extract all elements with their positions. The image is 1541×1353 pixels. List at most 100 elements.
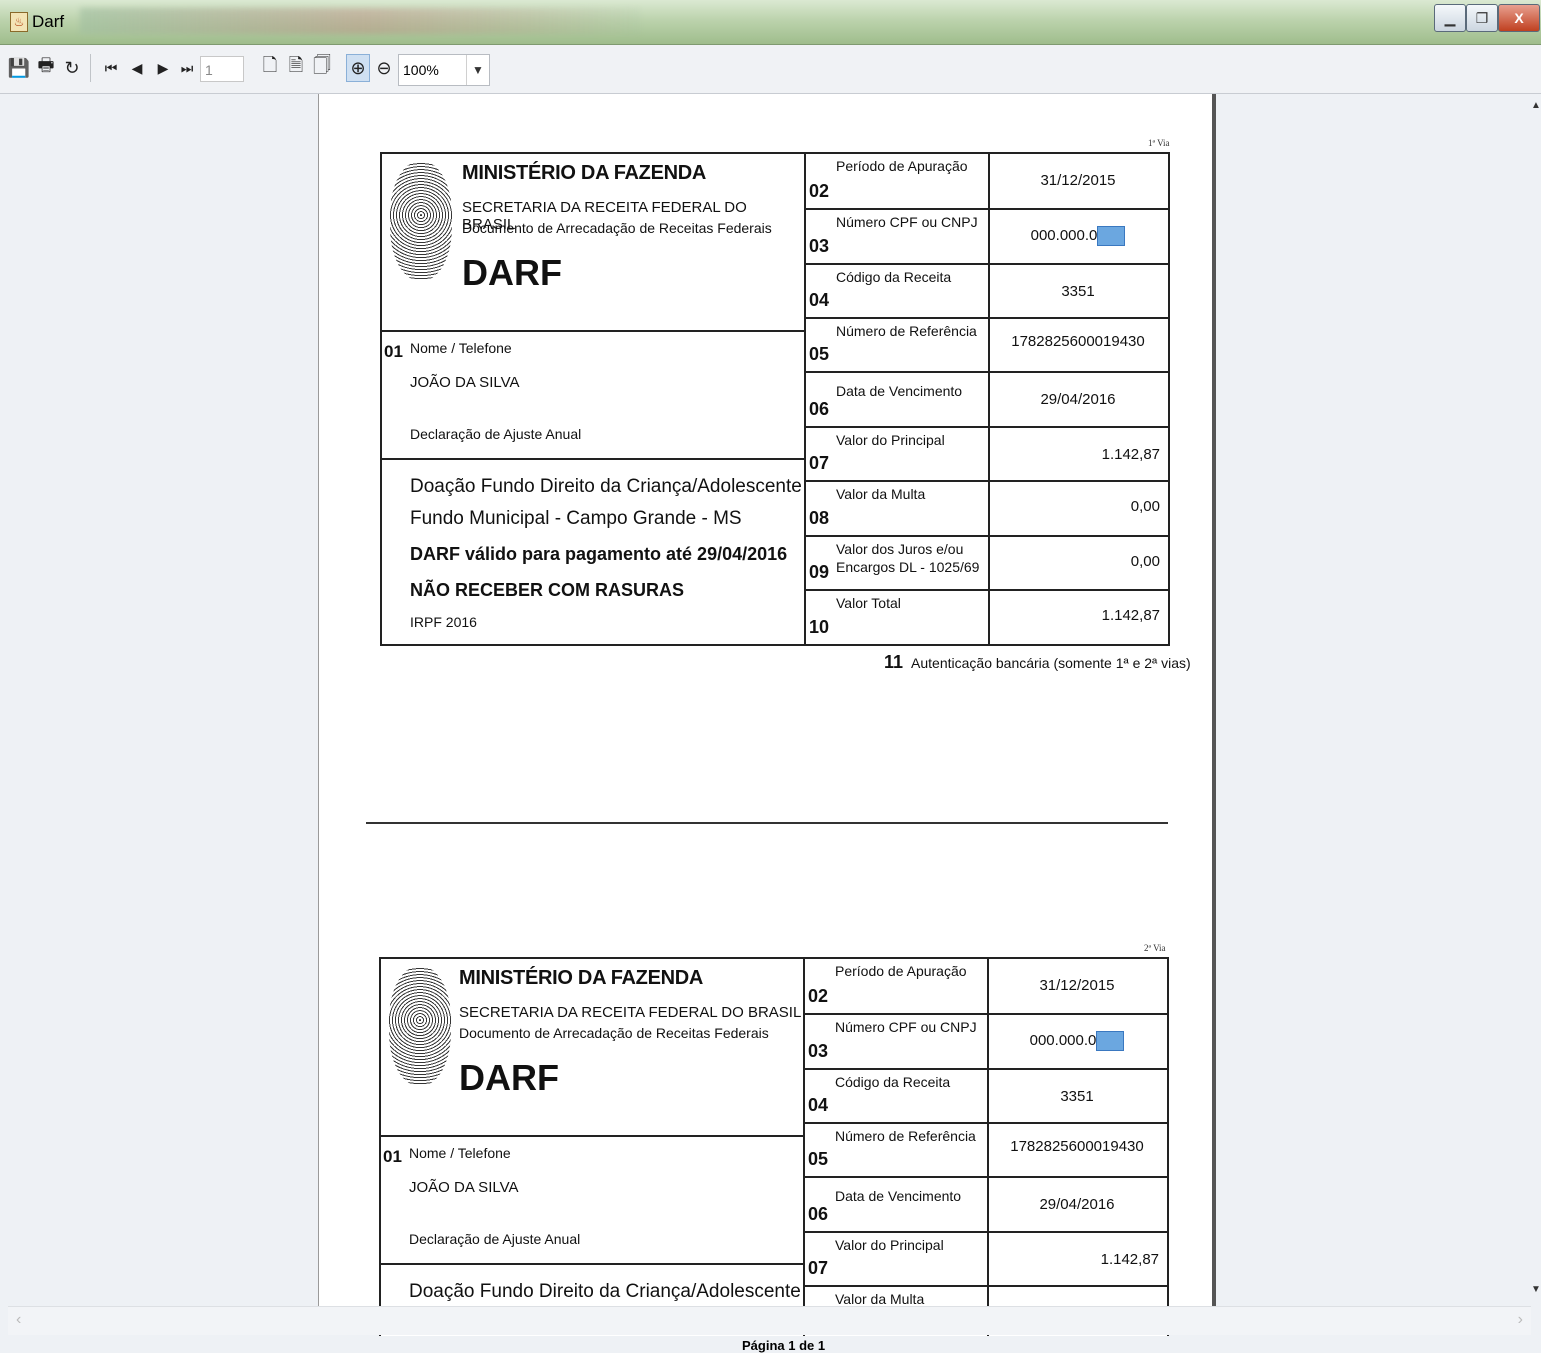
field-label: Valor Total (836, 595, 901, 611)
redaction-mask (1097, 226, 1126, 246)
field-label: Valor da Multa (836, 486, 926, 502)
via-label: 1ª Via (1148, 138, 1170, 148)
close-button[interactable]: X (1498, 4, 1540, 32)
field-01-label: Nome / Telefone (410, 340, 512, 356)
next-page-icon[interactable]: ▶ (152, 54, 174, 82)
field-number: 06 (809, 399, 830, 419)
field-row: 06 Data de Vencimento 29/04/2016 (805, 1178, 1167, 1233)
page-width-icon[interactable]: 🗎 (284, 54, 308, 82)
field-number: 05 (809, 344, 830, 364)
field-value: 000.000.0 (1029, 1031, 1097, 1049)
field-row: 03 Número CPF ou CNPJ 000.000.0 (806, 210, 1168, 265)
field-row: 09 Valor dos Juros e/ou Encargos DL - 10… (806, 537, 1168, 591)
field-number: 11 (884, 652, 904, 672)
info-line-2: Fundo Municipal - Campo Grande - MS (410, 508, 742, 529)
cut-line (366, 822, 1168, 824)
field-label: Valor do Principal (835, 1237, 944, 1253)
scroll-left-icon[interactable]: ‹ (16, 1311, 21, 1329)
info-line-1: Doação Fundo Direito da Criança/Adolesce… (409, 1281, 801, 1302)
field-label: Valor do Principal (836, 432, 945, 448)
field-label: Número CPF ou CNPJ (836, 214, 978, 230)
field-value: 1782825600019430 (1011, 333, 1145, 350)
field-row: 02 Período de Apuração 31/12/2015 (805, 959, 1167, 1015)
field-number: 02 (809, 181, 830, 201)
field-value: 31/12/2015 (1039, 977, 1115, 994)
darf-form-2: MINISTÉRIO DA FAZENDA SECRETARIA DA RECE… (379, 957, 1169, 1342)
left-pane: MINISTÉRIO DA FAZENDA SECRETARIA DA RECE… (381, 959, 805, 1337)
field-value: 3351 (1060, 1088, 1094, 1105)
field-number: 10 (809, 617, 830, 637)
field-label: Data de Vencimento (836, 383, 963, 399)
minimize-button[interactable]: ▁ (1434, 4, 1466, 32)
info-line-3: DARF válido para pagamento até 29/04/201… (410, 544, 788, 564)
zoom-value: 100% (403, 62, 439, 78)
field-value: 1782825600019430 (1010, 1138, 1144, 1155)
redaction-mask (1096, 1031, 1125, 1051)
field-01-number: 01 (383, 1147, 402, 1166)
via-label: 2ª Via (1144, 943, 1166, 953)
documento-text: Documento de Arrecadação de Receitas Fed… (462, 220, 772, 236)
field-number: 04 (809, 290, 830, 310)
coat-of-arms-icon (390, 162, 452, 280)
field-label: Código da Receita (836, 269, 952, 285)
field-number: 03 (809, 236, 830, 256)
field-value: 3351 (1061, 283, 1095, 300)
zoom-select[interactable]: 100% ▼ (398, 54, 490, 86)
scroll-up-icon[interactable]: ▲ (1531, 100, 1541, 111)
field-row: 05 Número de Referência 1782825600019430 (806, 319, 1168, 373)
field-row: 10 Valor Total 1.142,87 (806, 591, 1168, 644)
info-line-5: IRPF 2016 (410, 614, 477, 630)
field-value: 1.142,87 (1100, 1251, 1159, 1268)
secretaria-text: SECRETARIA DA RECEITA FEDERAL DO BRASIL (459, 1004, 802, 1021)
field-value: 000.000.0 (1030, 226, 1098, 244)
prev-page-icon[interactable]: ◀ (126, 54, 148, 82)
save-icon[interactable]: 💾 (8, 54, 30, 82)
field-label: Número de Referência (836, 323, 977, 339)
field-number: 03 (808, 1041, 829, 1061)
field-value: 1.142,87 (1101, 607, 1160, 624)
horizontal-scrollbar[interactable]: ‹ › (8, 1306, 1531, 1335)
field-row: 07 Valor do Principal 1.142,87 (806, 428, 1168, 482)
field-number: 07 (808, 1258, 829, 1278)
right-pane: 02 Período de Apuração 31/12/2015 03 Núm… (805, 959, 1167, 1342)
single-page-icon[interactable]: 🗋 (258, 54, 282, 82)
field-label-2: Encargos DL - 1025/69 (836, 559, 980, 575)
coat-of-arms-icon (389, 967, 451, 1085)
zoom-in-icon[interactable]: ⊕ (346, 54, 370, 82)
field-number: 02 (808, 986, 829, 1006)
field-row: 02 Período de Apuração 31/12/2015 (806, 154, 1168, 210)
zoom-out-icon[interactable]: ⊖ (372, 54, 396, 82)
java-app-icon: ♨ (10, 12, 28, 32)
auth-label: Autenticação bancária (somente 1ª e 2ª v… (911, 655, 1191, 671)
darf-title: DARF (459, 1057, 559, 1098)
field-label: Valor da Multa (835, 1291, 925, 1307)
scroll-down-icon[interactable]: ▼ (1531, 1284, 1541, 1295)
field-label: Código da Receita (835, 1074, 951, 1090)
scroll-right-icon[interactable]: › (1518, 1311, 1523, 1329)
field-01-label: Nome / Telefone (409, 1145, 511, 1161)
print-icon[interactable]: 🖶 (34, 54, 58, 82)
restore-button[interactable]: ❐ (1466, 4, 1498, 32)
ministerio-heading: MINISTÉRIO DA FAZENDA (459, 967, 704, 989)
field-row: 04 Código da Receita 3351 (805, 1070, 1167, 1124)
fit-page-icon[interactable]: 🗍 (310, 54, 334, 82)
declaration-type: Declaração de Ajuste Anual (410, 426, 582, 442)
darf-title: DARF (462, 252, 562, 293)
page-info: Página 1 de 1 (742, 1338, 826, 1353)
field-number: 05 (808, 1149, 829, 1169)
divider (382, 330, 806, 332)
refresh-icon[interactable]: ↻ (60, 54, 84, 82)
blurred-title-area (80, 8, 640, 34)
page-number-input[interactable]: 1 (200, 56, 244, 82)
vertical-scrollbar[interactable]: ▲ ▼ (1531, 94, 1541, 1306)
chevron-down-icon[interactable]: ▼ (466, 55, 489, 85)
field-label: Período de Apuração (835, 963, 967, 979)
last-page-icon[interactable]: ⏭ (176, 54, 198, 82)
field-value: 29/04/2016 (1039, 1196, 1115, 1213)
divider (382, 458, 806, 460)
first-page-icon[interactable]: ⏮ (100, 54, 122, 82)
right-pane: 02 Período de Apuração 31/12/2015 03 Núm… (806, 154, 1168, 644)
window-title: Darf (32, 12, 65, 31)
field-label: Número de Referência (835, 1128, 976, 1144)
field-row: 04 Código da Receita 3351 (806, 265, 1168, 319)
